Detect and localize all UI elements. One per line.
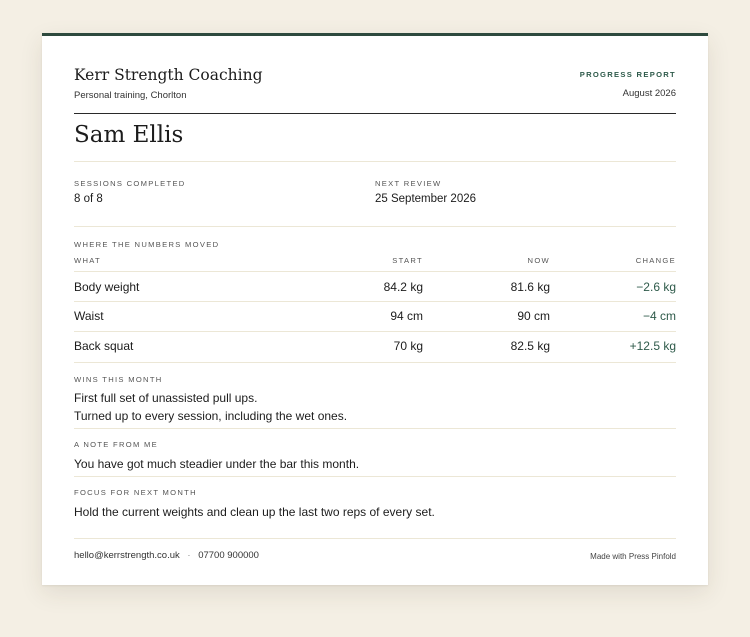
header-change: CHANGE <box>635 256 676 265</box>
divider <box>74 161 676 162</box>
note-text: You have got much steadier under the bar… <box>74 457 360 471</box>
row-start: 70 kg <box>393 339 423 353</box>
divider <box>74 226 676 227</box>
header-what: WHAT <box>74 256 101 265</box>
review-value: 25 September 2026 <box>375 193 477 205</box>
report-content: Kerr Strength Coaching Personal training… <box>74 36 676 585</box>
row-start: 84.2 kg <box>383 280 423 294</box>
business-subtitle: Personal training, Chorlton <box>74 90 187 101</box>
report-period: August 2026 <box>622 88 676 99</box>
focus-label: FOCUS FOR NEXT MONTH <box>74 488 197 497</box>
divider <box>74 428 676 429</box>
footer-email[interactable]: hello@kerrstrength.co.uk <box>74 550 180 561</box>
row-change: +12.5 kg <box>629 339 676 353</box>
divider <box>74 362 676 363</box>
business-name: Kerr Strength Coaching <box>74 66 263 84</box>
divider <box>74 301 676 302</box>
row-change: −4 cm <box>642 309 676 323</box>
sessions-label: SESSIONS COMPLETED <box>74 179 186 188</box>
header-divider <box>74 113 676 114</box>
row-now: 81.6 kg <box>510 280 550 294</box>
row-what: Body weight <box>74 280 140 294</box>
report-card: Kerr Strength Coaching Personal training… <box>42 33 708 585</box>
footer-separator: · <box>187 550 191 561</box>
review-label: NEXT REVIEW <box>375 179 442 188</box>
row-start: 94 cm <box>390 309 423 323</box>
divider <box>74 476 676 477</box>
report-kind: PROGRESS REPORT <box>579 70 676 79</box>
client-name: Sam Ellis <box>74 122 184 148</box>
row-change: −2.6 kg <box>636 280 676 294</box>
header-start: START <box>392 256 423 265</box>
row-what: Back squat <box>74 339 134 353</box>
divider <box>74 331 676 332</box>
focus-text: Hold the current weights and clean up th… <box>74 505 435 519</box>
wins-line: First full set of unassisted pull ups. <box>74 391 258 405</box>
footer-contact: hello@kerrstrength.co.uk · 07700 900000 <box>74 550 259 561</box>
divider <box>74 271 676 272</box>
row-now: 90 cm <box>517 309 550 323</box>
numbers-section-label: WHERE THE NUMBERS MOVED <box>74 240 220 249</box>
note-label: A NOTE FROM ME <box>74 440 159 449</box>
row-what: Waist <box>74 309 104 323</box>
footer-credit: Made with Press Pinfold <box>590 552 676 561</box>
footer-phone[interactable]: 07700 900000 <box>198 550 259 561</box>
header-now: NOW <box>527 256 550 265</box>
wins-line: Turned up to every session, including th… <box>74 409 348 423</box>
divider <box>74 538 676 539</box>
wins-label: WINS THIS MONTH <box>74 375 163 384</box>
sessions-value: 8 of 8 <box>74 193 103 205</box>
row-now: 82.5 kg <box>510 339 550 353</box>
